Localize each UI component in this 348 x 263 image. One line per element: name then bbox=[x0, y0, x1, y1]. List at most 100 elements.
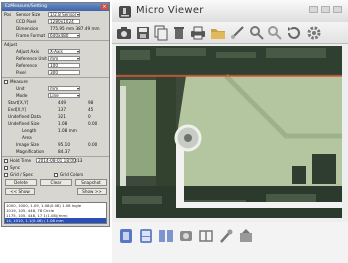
sync-label: Sync bbox=[10, 165, 21, 170]
result-value-2: 98 bbox=[88, 100, 94, 105]
measure-header: Measure bbox=[2, 78, 109, 85]
result-value-1: 321 bbox=[58, 114, 66, 119]
hold-time-row: Hold Time 2014-08-01 18:00:13 bbox=[2, 157, 109, 164]
hold-time-field[interactable]: 2014-08-01 18:00:13 bbox=[36, 158, 82, 163]
live-icon[interactable] bbox=[118, 227, 134, 245]
pixel-field[interactable]: 300 bbox=[48, 70, 80, 75]
sync-checkbox[interactable] bbox=[4, 166, 8, 170]
result-row: Area bbox=[2, 134, 109, 141]
close-icon[interactable]: × bbox=[101, 4, 108, 10]
dimension-label: Dimension bbox=[16, 26, 39, 31]
result-row: Undefined Data 321 0 bbox=[2, 113, 109, 120]
pixel-label: Pixel bbox=[16, 70, 26, 75]
export-icon[interactable] bbox=[238, 227, 254, 245]
minimize-icon[interactable] bbox=[309, 6, 318, 13]
gallery-icon[interactable] bbox=[138, 227, 154, 245]
next-button[interactable]: Show >> bbox=[77, 188, 107, 195]
viewer-title: Micro Viewer bbox=[136, 5, 204, 16]
refresh-icon[interactable] bbox=[286, 25, 302, 41]
adjust-axis-select[interactable]: X-Axis bbox=[48, 49, 80, 54]
result-row: Undefined Size 1.08 0.00 bbox=[2, 120, 109, 127]
folder-icon[interactable] bbox=[210, 25, 226, 41]
maximize-icon[interactable] bbox=[321, 6, 330, 13]
microscope-icon bbox=[118, 4, 132, 18]
result-value-2: 0 bbox=[88, 114, 91, 119]
measure-icon[interactable] bbox=[230, 25, 246, 41]
frame-format-select[interactable]: 640x480 bbox=[48, 33, 80, 38]
result-row: Length 1.08 mm bbox=[2, 127, 109, 134]
grid-row: Grid / Spec Grid Colors bbox=[2, 171, 109, 178]
zoom-out-icon[interactable] bbox=[267, 25, 283, 41]
record-icon[interactable] bbox=[178, 227, 194, 245]
measure-section: Measure Unit mm Mode Line Start[X,Y] 449… bbox=[2, 77, 109, 155]
image-size-label: Image Size bbox=[16, 142, 40, 147]
window-controls bbox=[309, 6, 342, 13]
result-value-1: 1.08 mm bbox=[58, 128, 77, 133]
clear-button[interactable]: Clear bbox=[40, 179, 72, 186]
measurement-history-list[interactable]: 1000, 1000, 1.09, 1.08(0.08) 1.08 Ingle … bbox=[4, 202, 107, 224]
result-value-1: 1.08 bbox=[58, 121, 68, 126]
result-label: Undefined Data bbox=[8, 114, 41, 119]
snapshot-button[interactable]: Snapshot bbox=[75, 179, 107, 186]
setting-row-dimension: Dimension 775.95 mm 387.49 mm bbox=[2, 25, 109, 32]
copy-icon[interactable] bbox=[153, 25, 169, 41]
adjust-axis-row: Adjust Axis X-Axis bbox=[2, 48, 109, 55]
reference-field[interactable]: 100 bbox=[48, 63, 80, 68]
result-value-2: 45 bbox=[88, 107, 94, 112]
dimension-value: 775.95 mm 387.49 mm bbox=[50, 26, 100, 31]
close-icon[interactable] bbox=[333, 6, 342, 13]
microscope-image-view[interactable] bbox=[116, 46, 342, 218]
zoom-icon[interactable] bbox=[249, 25, 265, 41]
measure-label: Measure bbox=[10, 79, 28, 84]
tools-icon[interactable] bbox=[218, 227, 234, 245]
image-size-row: Image Size 95.10 0.00 bbox=[2, 141, 109, 148]
measure-mode-row: Mode Line bbox=[2, 92, 109, 99]
compare-icon[interactable] bbox=[158, 227, 174, 245]
image-size-value-1: 95.10 bbox=[58, 142, 70, 147]
pcb-image bbox=[116, 46, 342, 218]
measure-unit-label: Unit bbox=[16, 86, 25, 91]
panel-titlebar: EzMeasure/Setting × bbox=[2, 3, 109, 11]
save-icon[interactable] bbox=[135, 25, 151, 41]
time-section: Hold Time 2014-08-01 18:00:13 Sync Grid … bbox=[2, 156, 109, 178]
camera-icon[interactable] bbox=[116, 25, 132, 41]
trash-icon[interactable] bbox=[171, 25, 187, 41]
grid-colors-checkbox[interactable] bbox=[54, 173, 58, 177]
sensor-size-select[interactable]: 1/2.8 Sensor bbox=[48, 12, 80, 17]
reference-unit-select[interactable]: mm bbox=[48, 56, 80, 61]
ccd-pixel-field[interactable]: 1280x1024 bbox=[48, 19, 80, 24]
hold-time-label: Hold Time bbox=[10, 158, 32, 163]
reference-row: Reference 100 bbox=[2, 62, 109, 69]
setting-row-sensor: Pos Sensor Size 1/2.8 Sensor bbox=[2, 11, 109, 18]
result-label: Area bbox=[22, 135, 32, 140]
split-icon[interactable] bbox=[198, 227, 214, 245]
settings-icon[interactable] bbox=[306, 25, 322, 41]
viewer-titlebar: Micro Viewer bbox=[112, 0, 348, 22]
prev-button[interactable]: << Show bbox=[5, 188, 35, 195]
measure-mode-select[interactable]: Line bbox=[48, 93, 80, 98]
measure-unit-select[interactable]: mm bbox=[48, 86, 80, 91]
hold-time-checkbox[interactable] bbox=[4, 159, 8, 163]
panel-title: EzMeasure/Setting bbox=[5, 4, 47, 9]
setting-row-frame: Frame Format 640x480 bbox=[2, 32, 109, 39]
adjust-header: Adjust bbox=[2, 41, 109, 48]
result-value-1: 449 bbox=[58, 100, 66, 105]
list-item-selected[interactable]: 14, 1010, 1.1(0.46) / 1.08 mm bbox=[5, 218, 106, 223]
frame-format-label: Frame Format bbox=[16, 33, 46, 38]
settings-panel: EzMeasure/Setting × Pos Sensor Size 1/2.… bbox=[1, 2, 110, 227]
ccd-pixel-label: CCD Pixel bbox=[16, 19, 37, 24]
result-label: Length bbox=[22, 128, 37, 133]
measure-unit-row: Unit mm bbox=[2, 85, 109, 92]
reference-label: Reference bbox=[16, 63, 38, 68]
sync-row: Sync bbox=[2, 164, 109, 171]
grid-checkbox[interactable] bbox=[4, 173, 8, 177]
viewer-bottom-toolbar bbox=[112, 222, 348, 263]
magnification-value: 84.37 bbox=[58, 149, 70, 154]
measure-mode-label: Mode bbox=[16, 93, 28, 98]
adjust-axis-label: Adjust Axis bbox=[16, 49, 40, 54]
measure-checkbox[interactable] bbox=[4, 80, 8, 84]
print-icon[interactable] bbox=[190, 25, 206, 41]
delete-button[interactable]: Delete bbox=[5, 179, 37, 186]
result-row: End[X,Y] 137 45 bbox=[2, 106, 109, 113]
result-value-2: 0.00 bbox=[88, 121, 98, 126]
